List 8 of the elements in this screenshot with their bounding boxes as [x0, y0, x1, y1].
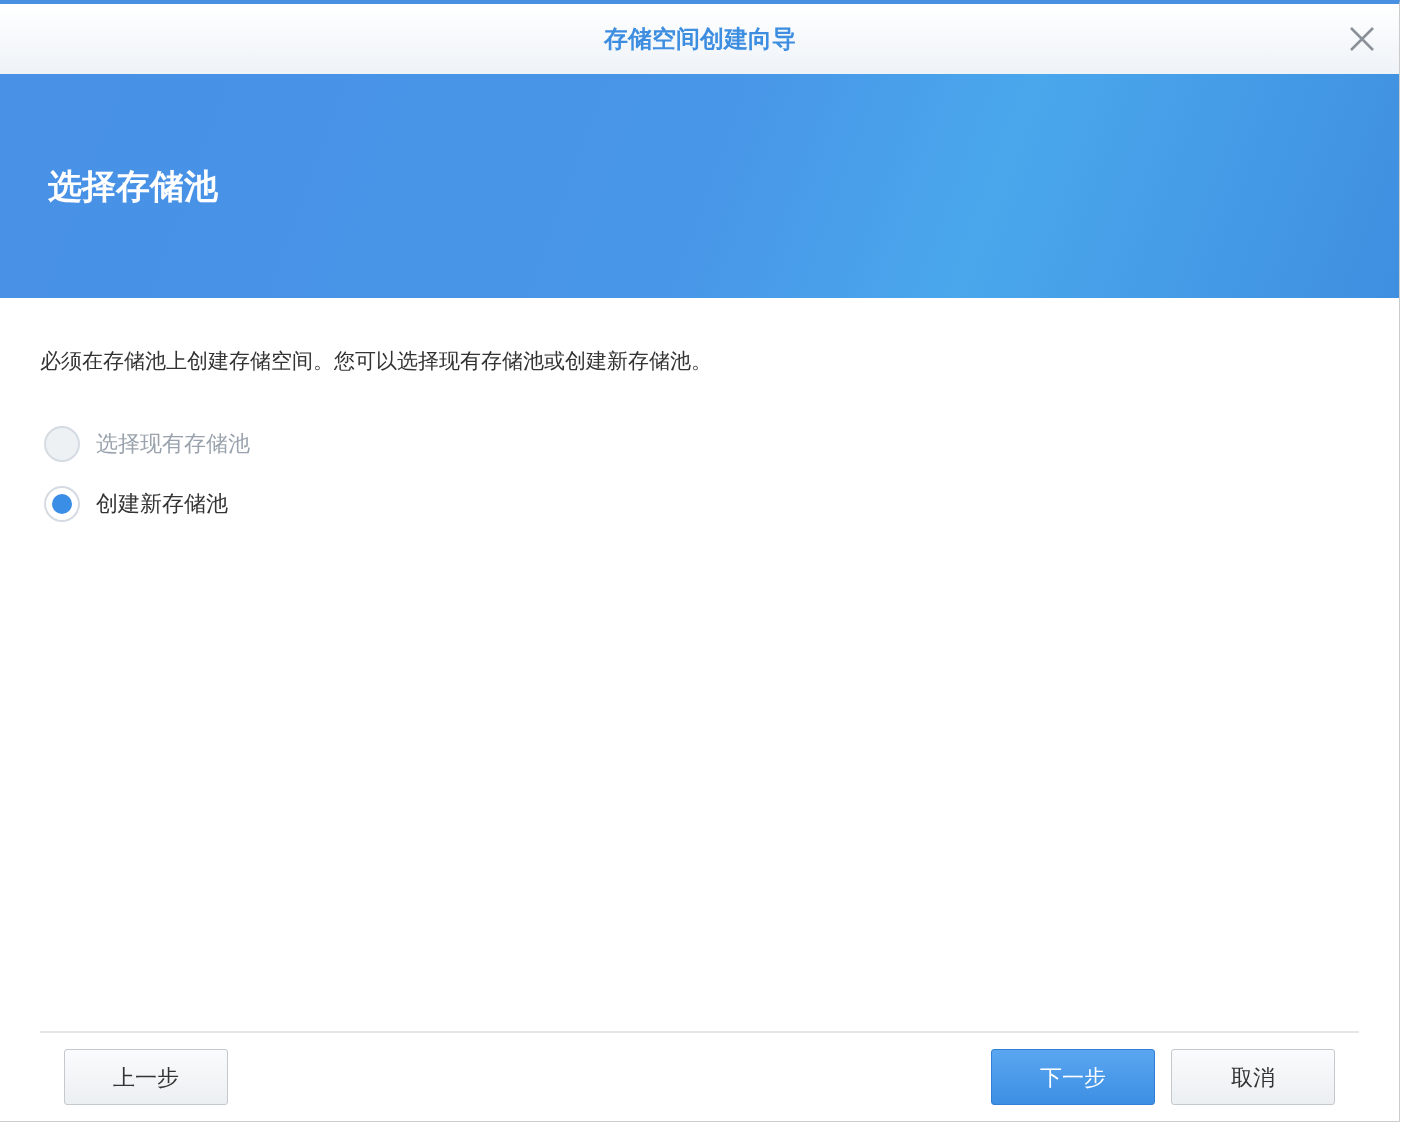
description-text: 必须在存储池上创建存储空间。您可以选择现有存储池或创建新存储池。 — [40, 348, 713, 375]
secondary-button[interactable]: 取消 — [1171, 1049, 1335, 1105]
radio-button[interactable] — [44, 485, 80, 522]
option-label: 选择现有存储池 — [96, 430, 250, 458]
option-label: 创建新存储池 — [96, 490, 228, 518]
header-title: 选择存储池 — [48, 164, 218, 208]
secondary-button[interactable]: 上一步 — [64, 1049, 228, 1105]
window-title: 存储空间创建向导 — [603, 24, 796, 55]
